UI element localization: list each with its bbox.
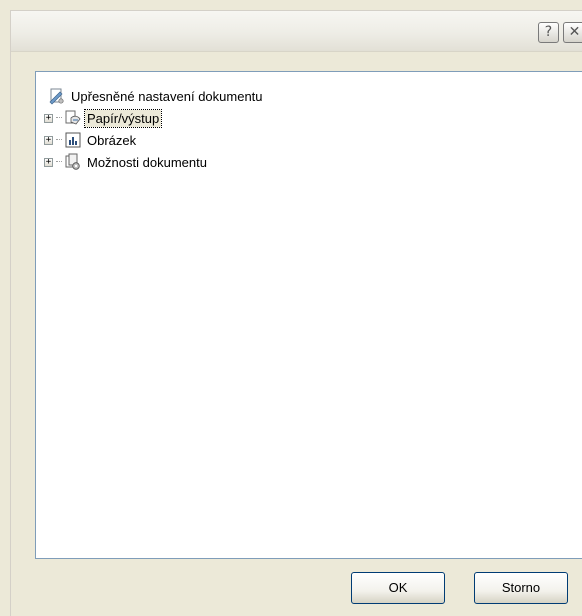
expand-toggle[interactable]: +	[44, 113, 53, 123]
document-options-icon	[64, 153, 82, 171]
advanced-settings-dialog: ? ✕ Upřesněné nastavení dokumentu + Papí…	[10, 10, 582, 616]
help-button[interactable]: ?	[538, 22, 559, 43]
tree-connector	[56, 161, 62, 163]
tree-root[interactable]: Upřesněné nastavení dokumentu	[48, 86, 265, 106]
ok-button[interactable]: OK	[351, 572, 445, 604]
tree-item-paper-output[interactable]: + Papír/výstup	[44, 108, 163, 128]
tree-connector	[56, 139, 62, 141]
close-button[interactable]: ✕	[563, 22, 582, 43]
title-bar: ? ✕	[11, 11, 582, 52]
tree-item-label: Obrázek	[87, 132, 137, 148]
paper-output-icon	[64, 109, 82, 127]
tree-item-graphics[interactable]: + Obrázek	[44, 130, 138, 150]
tree-root-label: Upřesněné nastavení dokumentu	[71, 88, 263, 104]
tree-item-label: Papír/výstup	[83, 108, 163, 128]
expand-toggle[interactable]: +	[44, 135, 53, 145]
tree-item-document-options[interactable]: + Možnosti dokumentu	[44, 152, 209, 172]
tree-connector	[56, 117, 62, 119]
document-settings-icon	[48, 87, 66, 105]
settings-tree-panel[interactable]: Upřesněné nastavení dokumentu + Papír/vý…	[35, 71, 582, 559]
graphics-icon	[64, 131, 82, 149]
expand-toggle[interactable]: +	[44, 157, 53, 167]
cancel-button[interactable]: Storno	[474, 572, 568, 604]
tree-item-label: Možnosti dokumentu	[87, 154, 207, 170]
